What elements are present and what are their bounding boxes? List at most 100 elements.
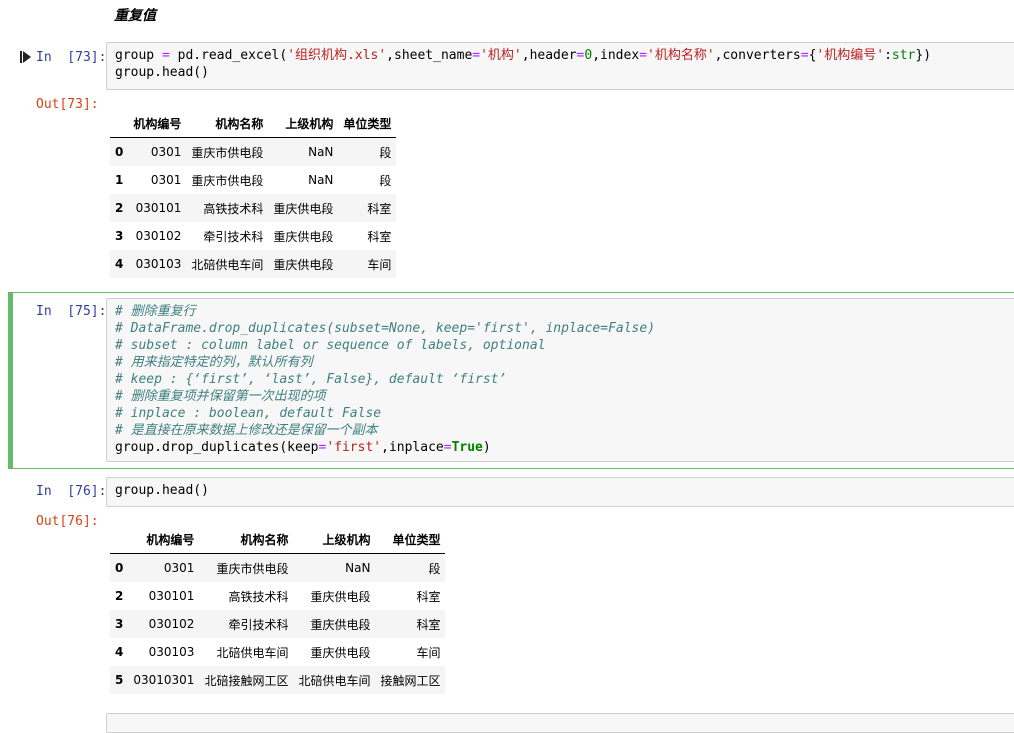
- table-cell: 段: [379, 145, 392, 160]
- table-cell: 重庆市供电段: [191, 145, 264, 160]
- table-row: 2 030101 高铁技术科 重庆供电段 科室: [110, 194, 397, 222]
- table-cell: 03010301: [133, 673, 195, 687]
- in-prompt-75: In [75]:: [36, 304, 107, 319]
- table-cell: 科室: [416, 589, 441, 604]
- table-cell: 030101: [148, 589, 195, 603]
- code-token: # 用来指定特定的列，默认所有列: [115, 355, 313, 370]
- code-token: # keep : {‘first’, ‘last’, False}, defau…: [115, 372, 507, 387]
- row-index: 4: [115, 257, 124, 271]
- code-token: ): [482, 440, 491, 455]
- code-token: =: [639, 48, 647, 63]
- table-row: 4 030103 北碚供电车间 重庆供电段 车间: [110, 638, 445, 666]
- row-index: 5: [115, 673, 124, 687]
- code-token: str: [891, 48, 916, 63]
- table-cell: 030102: [148, 617, 195, 631]
- code-token: =: [472, 48, 481, 63]
- code-token: group.drop_duplicates(keep: [115, 440, 319, 455]
- code-token: =: [161, 48, 170, 63]
- column-header: 机构名称: [186, 109, 269, 138]
- code-token: =: [800, 48, 809, 63]
- table-cell: 科室: [367, 229, 392, 244]
- table-cell: 030103: [148, 645, 195, 659]
- table-cell: 0301: [150, 145, 182, 159]
- code-line: group.head(): [115, 64, 1007, 81]
- out-prompt-73: Out[73]:: [36, 97, 99, 112]
- table-row: 5 03010301 北碚接触网工区 北碚供电车间 接触网工区: [110, 666, 446, 694]
- row-index: 0: [115, 145, 124, 159]
- code-token: :: [884, 48, 892, 63]
- column-header: 机构名称: [199, 525, 294, 554]
- column-header: 单位类型: [338, 109, 397, 138]
- out-prompt-76: Out[76]:: [36, 514, 99, 529]
- code-cell-75[interactable]: # 删除重复行 # DataFrame.drop_duplicates(subse…: [106, 298, 1014, 462]
- code-token: True: [451, 440, 483, 455]
- code-token: =: [443, 440, 452, 455]
- table-cell: 重庆市供电段: [216, 561, 289, 576]
- table-cell: 0301: [163, 561, 195, 575]
- table-cell: 科室: [367, 201, 392, 216]
- table-row: 1 0301 重庆市供电段 NaN 段: [110, 166, 396, 194]
- code-line: # 删除重复行: [115, 303, 1007, 320]
- table-cell: 段: [379, 173, 392, 188]
- table-row: 0 0301 重庆市供电段 NaN 段: [110, 553, 446, 582]
- row-index: 4: [115, 645, 124, 659]
- table-cell: 段: [428, 561, 441, 576]
- table-cell: 车间: [367, 257, 392, 272]
- table-cell: 接触网工区: [380, 673, 441, 688]
- code-line: # DataFrame.drop_duplicates(subset=None,…: [115, 320, 1007, 337]
- code-token: # subset : column label or sequence of l…: [115, 338, 546, 353]
- code-line: # subset : column label or sequence of l…: [115, 337, 1007, 354]
- column-header: 单位类型: [375, 525, 446, 554]
- table-cell: 重庆供电段: [273, 201, 334, 216]
- row-index: 0: [115, 561, 124, 575]
- table-cell: 北碚供电车间: [216, 645, 289, 660]
- code-token: 'first': [326, 440, 382, 455]
- code-token: '机构编号': [816, 48, 885, 63]
- table-cell: 0301: [150, 173, 182, 187]
- column-header: 上级机构: [268, 109, 339, 138]
- code-line: # inplace : boolean, default False: [115, 405, 1007, 422]
- code-token: ,header: [521, 48, 577, 63]
- row-index: 2: [115, 201, 124, 215]
- column-header: [110, 525, 129, 554]
- row-index: 2: [115, 589, 124, 603]
- code-token: '组织机构.xls': [287, 48, 387, 63]
- table-cell: 牵引技术科: [228, 617, 289, 632]
- table-cell: 重庆供电段: [310, 645, 371, 660]
- table-cell: NaN: [345, 561, 371, 575]
- table-cell: 科室: [416, 617, 441, 632]
- in-prompt-73: In [73]:: [36, 50, 107, 65]
- next-code-cell[interactable]: [106, 713, 1014, 733]
- table-cell: 重庆供电段: [273, 257, 334, 272]
- code-token: ,converters: [714, 48, 801, 63]
- table-cell: 030101: [135, 201, 182, 215]
- dataframe-output-73: 机构编号 机构名称 上级机构 单位类型 0 0301 重庆市供电段 NaN 段 1 0301 重庆市供…: [110, 109, 397, 278]
- table-row: 2 030101 高铁技术科 重庆供电段 科室: [110, 582, 445, 610]
- table-cell: 重庆供电段: [310, 589, 371, 604]
- column-header: [110, 109, 129, 138]
- code-line: # 用来指定特定的列，默认所有列: [115, 354, 1007, 371]
- code-token: # inplace : boolean, default False: [115, 406, 382, 421]
- code-token: group.head(): [115, 65, 209, 80]
- table-cell: 030103: [135, 257, 182, 271]
- row-index: 1: [115, 173, 124, 187]
- code-token: group.head(): [115, 483, 209, 498]
- column-header: 上级机构: [293, 525, 376, 554]
- in-prompt-76: In [76]:: [36, 484, 107, 499]
- code-token: # 删除重复行: [115, 304, 196, 319]
- run-cell-icon[interactable]: [20, 51, 32, 63]
- row-index: 3: [115, 229, 124, 243]
- column-header: 机构编号: [128, 109, 187, 138]
- code-line: group.drop_duplicates(keep = 'first',inpla…: [115, 439, 1007, 456]
- code-token: ,sheet_name: [386, 48, 473, 63]
- code-token: '机构': [480, 48, 522, 63]
- table-cell: 重庆市供电段: [191, 173, 264, 188]
- table-cell: NaN: [308, 173, 334, 187]
- code-token: group: [115, 48, 162, 63]
- code-token: # 删除重复项并保留第一次出现的项: [115, 389, 326, 404]
- code-cell-73[interactable]: group = pd.read_excel('组织机构.xls',sheet_n…: [106, 42, 1014, 90]
- code-cell-76[interactable]: group.head(): [106, 477, 1014, 507]
- table-cell: 高铁技术科: [228, 589, 289, 604]
- code-token: # 是直接在原来数据上修改还是保留一个副本: [115, 423, 378, 438]
- row-index: 3: [115, 617, 124, 631]
